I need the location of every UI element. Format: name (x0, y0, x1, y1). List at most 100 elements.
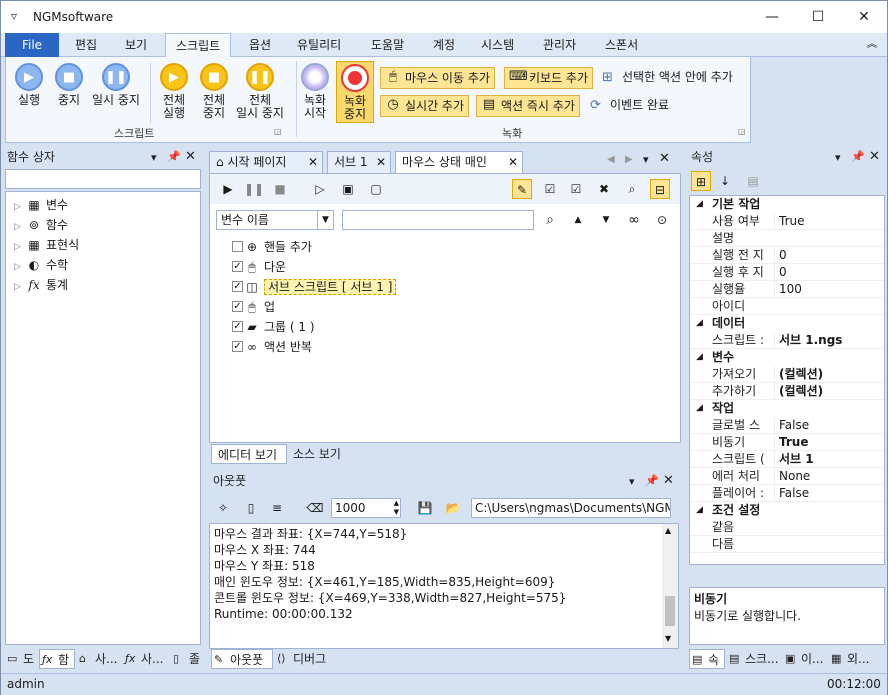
property-value[interactable]: False (774, 417, 884, 434)
collapse-icon[interactable]: ◢ (696, 196, 703, 213)
tab-script[interactable]: ▤ 스크... (727, 649, 779, 669)
tab-toolbox[interactable]: ▭ 도 (5, 649, 34, 669)
close-icon[interactable]: ✕ (663, 473, 674, 488)
more-icon[interactable]: ⊙ (652, 210, 672, 230)
tab-image[interactable]: ▣ 이... (783, 649, 823, 669)
property-pages-icon[interactable]: ▤ (743, 171, 763, 191)
stop-all-button[interactable]: ■ 전체 중지 (194, 63, 234, 120)
scrollbar-thumb[interactable] (665, 596, 675, 626)
row-checkbox[interactable]: ✓ (232, 301, 243, 312)
event-complete-button[interactable]: ⟳ 이벤트 완료 (588, 95, 669, 117)
property-value[interactable]: (컬렉션) (774, 383, 884, 400)
property-value[interactable]: False (774, 485, 884, 502)
row-checkbox[interactable]: ✓ (232, 281, 243, 292)
close-icon[interactable]: ✕ (185, 149, 196, 164)
check-all-icon[interactable]: ☑ (540, 179, 560, 199)
dropdown-icon[interactable]: ▾ (835, 151, 841, 164)
minimize-button[interactable]: — (749, 1, 795, 33)
menu-account[interactable]: 계정 (423, 33, 465, 57)
property-value[interactable]: True (774, 434, 884, 451)
record-start-button[interactable]: 녹화 시작 (298, 63, 332, 120)
property-row[interactable]: 사용 여부 True (690, 213, 884, 230)
record-stop-button[interactable]: 녹화 중지 (336, 61, 374, 123)
search-icon[interactable]: ⌕ (622, 179, 642, 199)
menu-edit[interactable]: 편집 (65, 33, 107, 57)
property-row[interactable]: 스크립트 : 서브 1.ngs (690, 332, 884, 349)
dropdown-icon[interactable]: ▾ (629, 475, 635, 488)
list-icon[interactable]: ≡ (267, 498, 287, 518)
editor-row[interactable]: ✓ ▰ 그룹 ( 1 ) (232, 318, 315, 336)
move-up-icon[interactable]: ▲ (568, 210, 588, 230)
new-document-icon[interactable]: ▯ (241, 498, 261, 518)
ribbon-collapse-icon[interactable]: ︽ (857, 33, 887, 57)
categorized-icon[interactable]: ⊞ (691, 171, 711, 191)
scroll-down-icon[interactable]: ▼ (665, 634, 671, 643)
property-row[interactable]: 비동기 True (690, 434, 884, 451)
tab-sub1[interactable]: 서브 1 ✕ (327, 151, 391, 173)
property-row[interactable]: 플레이어 : False (690, 485, 884, 502)
tree-view-icon[interactable]: ⊟ (650, 179, 670, 199)
property-row[interactable]: 에러 처리 None (690, 468, 884, 485)
function-search-input[interactable] (5, 169, 201, 189)
tab-debug[interactable]: ⟨⟩ 디버그 (275, 649, 326, 669)
menu-options[interactable]: 옵션 (239, 33, 281, 57)
close-tab-icon[interactable]: ✕ (308, 152, 318, 172)
resize-grip-icon[interactable]: ⋰ (873, 680, 881, 689)
expand-icon[interactable]: ▷ (14, 258, 26, 276)
property-row[interactable]: 스크립트 (서브 1 (690, 451, 884, 468)
move-down-icon[interactable]: ▼ (596, 210, 616, 230)
close-tab-icon[interactable]: ✕ (376, 152, 386, 172)
menu-script[interactable]: 스크립트 (165, 33, 232, 58)
output-scrollbar[interactable]: ▲ ▼ (662, 524, 678, 648)
stepper-arrows-icon[interactable]: ▲ ▼ (394, 499, 399, 517)
count-stepper[interactable]: 1000 ▲ ▼ (331, 498, 401, 518)
tab-snippet[interactable]: ▯ 졸 (171, 649, 200, 669)
tab-list-icon[interactable]: ▾ (643, 153, 649, 166)
output-path-field[interactable]: C:\Users\ngmas\Documents\NGM6\ (471, 498, 671, 518)
property-value[interactable]: (컬렉션) (774, 366, 884, 383)
expand-icon[interactable]: ▷ (14, 198, 26, 216)
add-keyboard-button[interactable]: ⌨ 키보드 추가 (504, 67, 594, 89)
folder-icon[interactable]: 📂 (443, 498, 463, 518)
close-document-icon[interactable]: ✕ (659, 151, 670, 166)
collapse-icon[interactable]: ◢ (696, 502, 703, 519)
pause-all-button[interactable]: ❚❚ 전체 일시 중지 (232, 63, 288, 120)
maximize-button[interactable]: ☐ (795, 1, 841, 33)
tab-function-box[interactable]: ƒx 함 (39, 649, 75, 669)
menu-system[interactable]: 시스템 (471, 33, 524, 57)
tab-user[interactable]: ⌂ 사... (77, 649, 117, 669)
tab-mouse-status-main[interactable]: 마우스 상태 매인 ✕ (395, 151, 523, 173)
expand-icon[interactable]: ▷ (14, 278, 26, 296)
tab-editor-view[interactable]: 에디터 보기 (211, 444, 287, 464)
menu-sponsor[interactable]: 스폰서 (595, 33, 648, 57)
property-value[interactable]: 0 (774, 247, 884, 264)
tree-item-variable[interactable]: ▷ ▦ 변수 (14, 196, 68, 214)
property-value[interactable]: None (774, 468, 884, 485)
save-icon[interactable]: 💾 (415, 498, 435, 518)
editor-row[interactable]: ⊕ 핸들 추가 (232, 238, 312, 256)
tab-user-function[interactable]: ƒx 사... (123, 649, 163, 669)
pin-icon[interactable]: 📌 (851, 150, 865, 163)
property-row[interactable]: 가져오기 (컬렉션) (690, 366, 884, 383)
close-button[interactable]: ✕ (841, 1, 887, 33)
menu-file[interactable]: File (5, 33, 59, 57)
tab-source-view[interactable]: 소스 보기 (289, 444, 341, 464)
pin-icon[interactable]: 📌 (645, 474, 659, 487)
tree-item-statistics[interactable]: ▷ fx 통계 (14, 276, 68, 294)
tree-item-math[interactable]: ▷ ◐ 수학 (14, 256, 68, 274)
row-checkbox[interactable] (232, 241, 243, 252)
row-checkbox[interactable]: ✓ (232, 341, 243, 352)
eraser-icon[interactable]: ⌫ (305, 498, 325, 518)
add-in-selected-action-button[interactable]: ⊞ 선택한 액션 안에 추가 (600, 67, 733, 89)
property-row[interactable]: 아이디 (690, 298, 884, 315)
property-category[interactable]: ◢ 조건 설정 (690, 502, 884, 519)
add-realtime-button[interactable]: ◷ 실시간 추가 (380, 95, 470, 117)
property-category[interactable]: ◢ 변수 (690, 349, 884, 366)
editor-row[interactable]: ✓ 🖱 업 (232, 298, 275, 316)
tab-output[interactable]: ✎ 아웃풋 (211, 649, 273, 669)
sort-alpha-icon[interactable]: ↓ (715, 171, 735, 191)
property-row[interactable]: 추가하기 (컬렉션) (690, 383, 884, 400)
expand-icon[interactable]: ▷ (14, 238, 26, 256)
property-value[interactable]: 서브 1.ngs (774, 332, 884, 349)
record-group-launcher-icon[interactable]: ◲ (738, 127, 746, 136)
